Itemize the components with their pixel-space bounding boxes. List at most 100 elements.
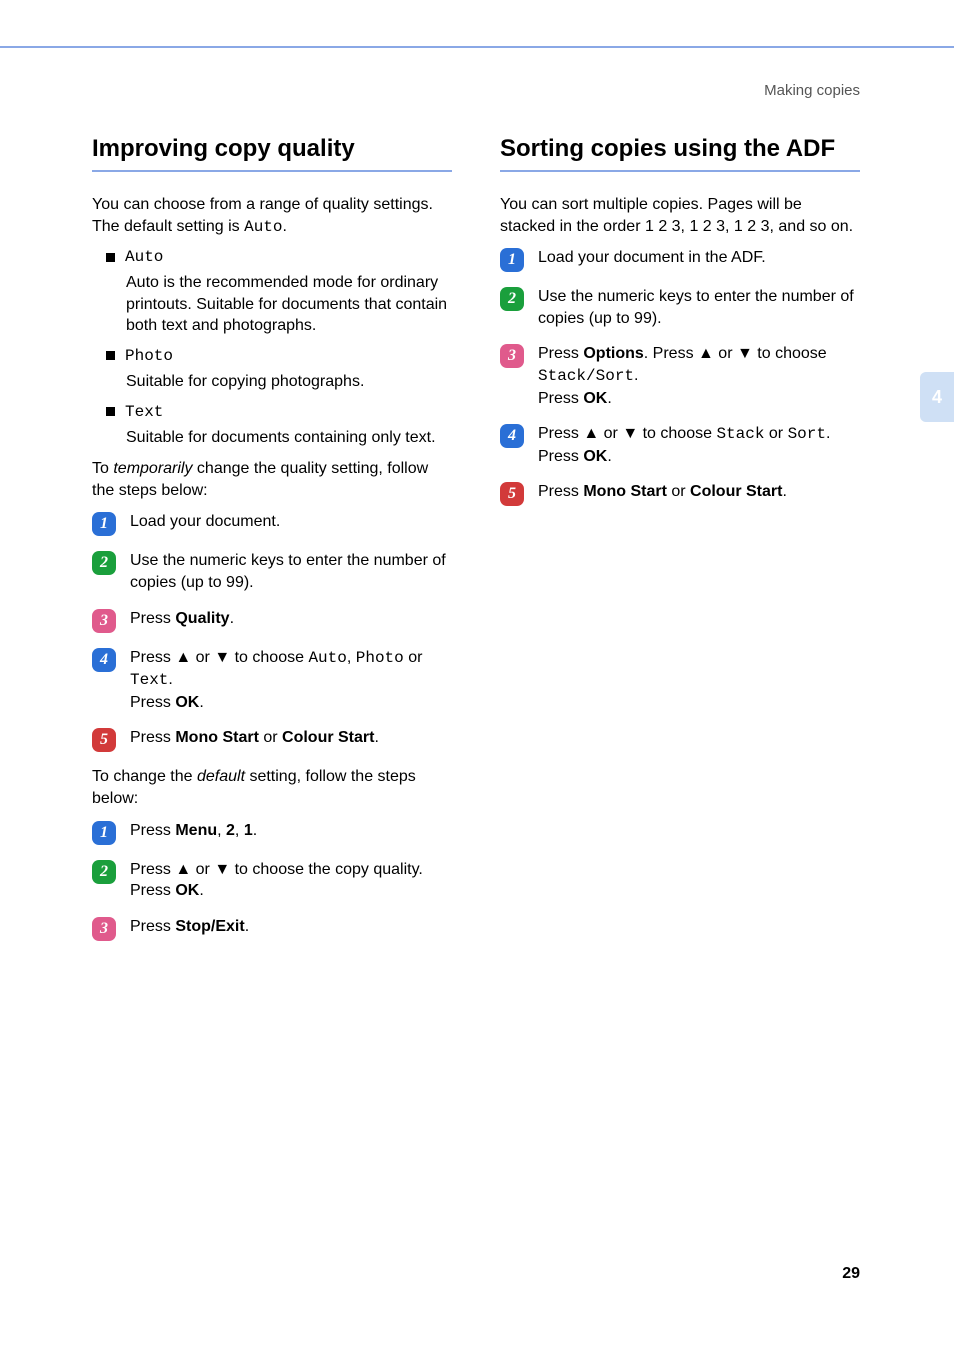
- step-badge-3-icon: 3: [92, 609, 116, 633]
- step-5: 5 Press Mono Start or Colour Start.: [92, 727, 452, 752]
- text-span: or: [404, 649, 423, 666]
- text-mono: Photo: [356, 649, 404, 667]
- text-span: or: [764, 425, 787, 442]
- step-text: Press Stop/Exit.: [130, 916, 249, 938]
- step-text: Use the numeric keys to enter the number…: [130, 550, 452, 593]
- step-1: 1 Load your document in the ADF.: [500, 247, 860, 272]
- bullet-label: Auto: [125, 248, 163, 266]
- up-arrow-icon: ▲: [175, 861, 191, 878]
- step-badge-1-icon: 1: [92, 821, 116, 845]
- down-arrow-icon: ▼: [622, 425, 638, 442]
- text-mono: Stack/Sort: [538, 367, 634, 385]
- text-span: .: [826, 425, 830, 442]
- text-span: .: [199, 882, 203, 899]
- step-2: 2 Use the numeric keys to enter the numb…: [500, 286, 860, 329]
- text-span: ,: [347, 649, 356, 666]
- page-number: 29: [842, 1265, 860, 1283]
- step-1: 1 Press Menu, 2, 1.: [92, 820, 452, 845]
- step-badge-2-icon: 2: [92, 860, 116, 884]
- text-span: Press: [538, 425, 583, 442]
- intro-part-b: .: [283, 218, 287, 235]
- text-span: .: [230, 610, 234, 627]
- text-bold: Stop/Exit: [175, 918, 244, 935]
- up-arrow-icon: ▲: [583, 425, 599, 442]
- text-span: To: [92, 460, 113, 477]
- step-3: 3 Press Options. Press ▲ or ▼ to choose …: [500, 343, 860, 409]
- text-span: ,: [217, 822, 226, 839]
- text-em: default: [197, 768, 245, 785]
- text-span: .: [199, 694, 203, 711]
- step-text: Press Options. Press ▲ or ▼ to choose St…: [538, 343, 860, 409]
- step-text: Load your document in the ADF.: [538, 247, 766, 269]
- text-span: Press: [538, 448, 583, 465]
- text-span: Press: [130, 610, 175, 627]
- step-text: Press Mono Start or Colour Start.: [538, 481, 787, 503]
- text-bold: 2: [226, 822, 235, 839]
- step-badge-1-icon: 1: [92, 512, 116, 536]
- text-span: .: [607, 390, 611, 407]
- step-4: 4 Press ▲ or ▼ to choose Stack or Sort. …: [500, 423, 860, 467]
- text-span: Press: [130, 822, 175, 839]
- steps-default: 1 Press Menu, 2, 1. 2 Press ▲ or ▼ to ch…: [92, 820, 452, 941]
- text-span: Press: [130, 694, 175, 711]
- text-bold: Colour Start: [690, 483, 782, 500]
- bullet-item: Text Suitable for documents containing o…: [92, 403, 452, 449]
- text-bold: Quality: [175, 610, 229, 627]
- step-2: 2 Press ▲ or ▼ to choose the copy qualit…: [92, 859, 452, 902]
- text-bold: OK: [583, 448, 607, 465]
- temporary-change-text: To temporarily change the quality settin…: [92, 458, 452, 501]
- step-5: 5 Press Mono Start or Colour Start.: [500, 481, 860, 506]
- breadcrumb: Making copies: [764, 82, 860, 99]
- up-arrow-icon: ▲: [698, 345, 714, 362]
- text-mono: Sort: [788, 425, 826, 443]
- top-rule: [0, 46, 954, 48]
- text-span: .: [245, 918, 249, 935]
- step-badge-3-icon: 3: [500, 344, 524, 368]
- up-arrow-icon: ▲: [175, 649, 191, 666]
- step-3: 3 Press Quality.: [92, 608, 452, 633]
- text-span: or: [714, 345, 737, 362]
- bullet-label: Text: [125, 403, 163, 421]
- square-bullet-icon: [106, 253, 115, 262]
- text-span: Press: [130, 729, 175, 746]
- bullet-desc: Auto is the recommended mode for ordinar…: [126, 272, 452, 337]
- text-span: to choose: [753, 345, 827, 362]
- text-span: or: [667, 483, 690, 500]
- text-mono: Text: [130, 671, 168, 689]
- text-bold: Colour Start: [282, 729, 374, 746]
- text-span: Press: [538, 390, 583, 407]
- text-span: To change the: [92, 768, 197, 785]
- text-span: .: [607, 448, 611, 465]
- text-span: .: [374, 729, 378, 746]
- step-text: Press ▲ or ▼ to choose Stack or Sort. Pr…: [538, 423, 830, 467]
- text-span: to choose: [230, 649, 308, 666]
- text-bold: OK: [583, 390, 607, 407]
- text-span: Press: [538, 483, 583, 500]
- text-span: to choose: [638, 425, 716, 442]
- text-span: .: [253, 822, 257, 839]
- right-column: Sorting copies using the ADF You can sor…: [500, 134, 860, 1351]
- step-text: Press Quality.: [130, 608, 234, 630]
- step-badge-5-icon: 5: [500, 482, 524, 506]
- step-2: 2 Use the numeric keys to enter the numb…: [92, 550, 452, 593]
- text-span: Press: [130, 918, 175, 935]
- step-3: 3 Press Stop/Exit.: [92, 916, 452, 941]
- text-bold: Mono Start: [583, 483, 667, 500]
- text-bold: OK: [175, 882, 199, 899]
- intro-code: Auto: [244, 218, 282, 236]
- step-text: Press ▲ or ▼ to choose the copy quality.…: [130, 859, 423, 902]
- step-badge-2-icon: 2: [92, 551, 116, 575]
- text-bold: 1: [244, 822, 253, 839]
- down-arrow-icon: ▼: [737, 345, 753, 362]
- text-span: or: [191, 861, 214, 878]
- step-badge-5-icon: 5: [92, 728, 116, 752]
- step-1: 1 Load your document.: [92, 511, 452, 536]
- text-span: . Press: [644, 345, 698, 362]
- bullet-label: Photo: [125, 347, 173, 365]
- step-badge-1-icon: 1: [500, 248, 524, 272]
- square-bullet-icon: [106, 407, 115, 416]
- text-em: temporarily: [113, 460, 192, 477]
- text-span: Press: [130, 882, 175, 899]
- step-text: Press ▲ or ▼ to choose Auto, Photo or Te…: [130, 647, 452, 714]
- bullet-desc: Suitable for copying photographs.: [126, 371, 452, 393]
